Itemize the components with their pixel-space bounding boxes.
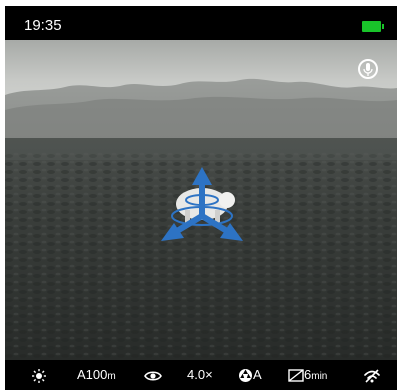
status-bar: 19:35 (5, 6, 397, 40)
display-off-unit: min (311, 371, 328, 382)
microphone-icon[interactable] (358, 59, 378, 79)
thermal-device-screen: 19:35 A100m 4.0× A 6min (5, 6, 397, 390)
brightness-icon[interactable] (32, 367, 46, 383)
eye-icon[interactable] (144, 367, 162, 383)
range-value: A100 (77, 367, 108, 382)
calibration-mode-value: A (253, 367, 262, 382)
calibration-mode[interactable]: A (238, 367, 262, 383)
rangefinder-value[interactable]: A100m (77, 367, 116, 383)
range-unit: m (107, 371, 116, 382)
display-off-icon (288, 369, 304, 382)
clock-time: 19:35 (24, 17, 62, 34)
zoom-level[interactable]: 4.0× (187, 367, 213, 383)
thermal-viewport[interactable] (5, 40, 397, 360)
thermal-scene (5, 40, 397, 360)
status-bottom-bar: A100m 4.0× A 6min (5, 360, 397, 390)
battery-full-icon (362, 21, 384, 32)
wifi-off-icon[interactable] (363, 367, 381, 383)
calibration-icon (239, 369, 252, 383)
display-off-timer[interactable]: 6min (288, 367, 327, 383)
